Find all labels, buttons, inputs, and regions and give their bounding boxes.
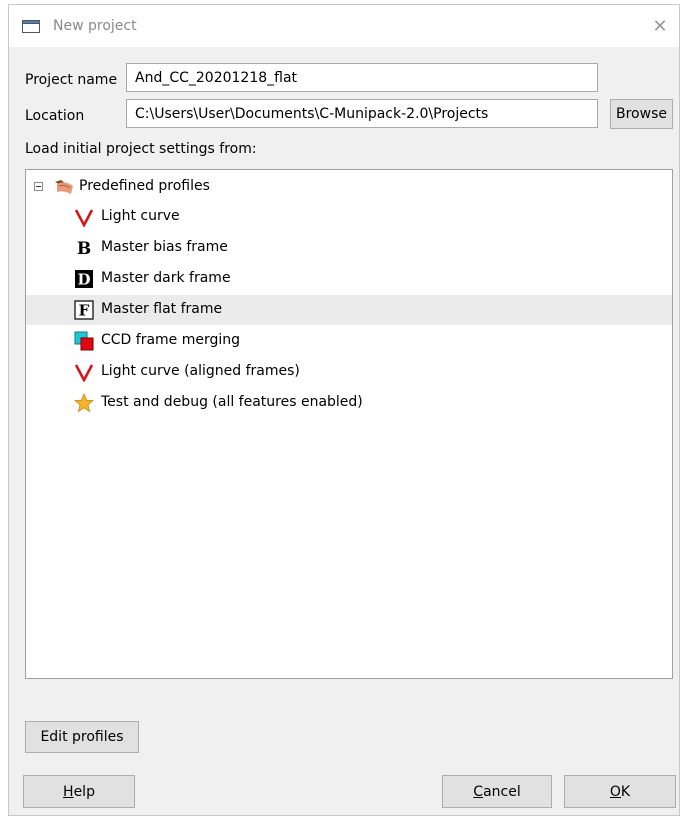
- close-button[interactable]: ✕: [645, 13, 675, 39]
- tree-root-label: Predefined profiles: [79, 178, 210, 194]
- help-button[interactable]: Help: [23, 775, 135, 808]
- tree-item-master-flat-frame[interactable]: F Master flat frame: [26, 295, 672, 325]
- light-curve-icon: [74, 364, 94, 382]
- location-label: Location: [25, 108, 85, 124]
- new-project-dialog: New project ✕ Project name Location Brow…: [8, 4, 680, 816]
- help-label: Help: [63, 784, 95, 800]
- tree-item-label: Master flat frame: [101, 301, 223, 317]
- tree-root-predefined-profiles[interactable]: Predefined profiles: [26, 176, 672, 200]
- ok-label: OK: [610, 784, 630, 800]
- help-label-rest: elp: [73, 783, 95, 800]
- ok-mnemonic: O: [609, 783, 621, 800]
- tree-item-test-and-debug[interactable]: Test and debug (all features enabled): [26, 388, 672, 418]
- load-settings-label: Load initial project settings from:: [25, 141, 257, 157]
- edit-profiles-label: Edit profiles: [40, 729, 124, 745]
- tree-item-label: Test and debug (all features enabled): [101, 394, 363, 410]
- ok-button[interactable]: OK: [564, 775, 676, 808]
- browse-label: Browse: [616, 106, 667, 122]
- flat-icon: F: [74, 300, 94, 320]
- tree-item-label: CCD frame merging: [101, 332, 241, 348]
- cancel-mnemonic: C: [473, 783, 484, 800]
- project-name-label: Project name: [25, 72, 118, 88]
- help-mnemonic: H: [63, 783, 74, 800]
- dialog-title: New project: [53, 18, 137, 34]
- tree-item-master-bias-frame[interactable]: B Master bias frame: [26, 233, 672, 263]
- ok-label-rest: K: [620, 783, 631, 800]
- window-icon: [22, 20, 40, 33]
- tree-item-label: Master bias frame: [101, 239, 228, 255]
- tree-item-label: Light curve: [101, 208, 180, 224]
- merging-icon: [74, 331, 94, 351]
- light-curve-icon: [74, 209, 94, 227]
- edit-profiles-button[interactable]: Edit profiles: [25, 721, 139, 753]
- cancel-label: Cancel: [473, 784, 520, 800]
- title-bar: New project ✕: [9, 5, 679, 47]
- tree-item-light-curve[interactable]: Light curve: [26, 202, 672, 232]
- location-input[interactable]: [126, 99, 598, 128]
- dark-icon: D: [75, 270, 93, 289]
- svg-text:F: F: [79, 302, 90, 320]
- browse-button[interactable]: Browse: [610, 99, 673, 129]
- close-icon: ✕: [652, 15, 668, 37]
- tree-item-master-dark-frame[interactable]: D Master dark frame: [26, 264, 672, 294]
- tree-item-ccd-frame-merging[interactable]: CCD frame merging: [26, 326, 672, 356]
- profiles-folder-icon: [55, 180, 73, 194]
- tree-item-label: Master dark frame: [101, 270, 231, 286]
- profiles-tree[interactable]: Predefined profiles Light curve B Master…: [25, 169, 673, 679]
- project-name-input[interactable]: [126, 63, 598, 92]
- svg-text:B: B: [77, 239, 91, 258]
- bias-icon: B: [77, 239, 91, 258]
- tree-item-label: Light curve (aligned frames): [101, 363, 300, 379]
- collapse-toggle-icon[interactable]: [34, 182, 43, 191]
- cancel-label-rest: ancel: [483, 783, 521, 800]
- star-icon: [74, 393, 94, 413]
- tree-item-light-curve-aligned[interactable]: Light curve (aligned frames): [26, 357, 672, 387]
- svg-text:D: D: [77, 271, 90, 289]
- cancel-button[interactable]: Cancel: [442, 775, 552, 808]
